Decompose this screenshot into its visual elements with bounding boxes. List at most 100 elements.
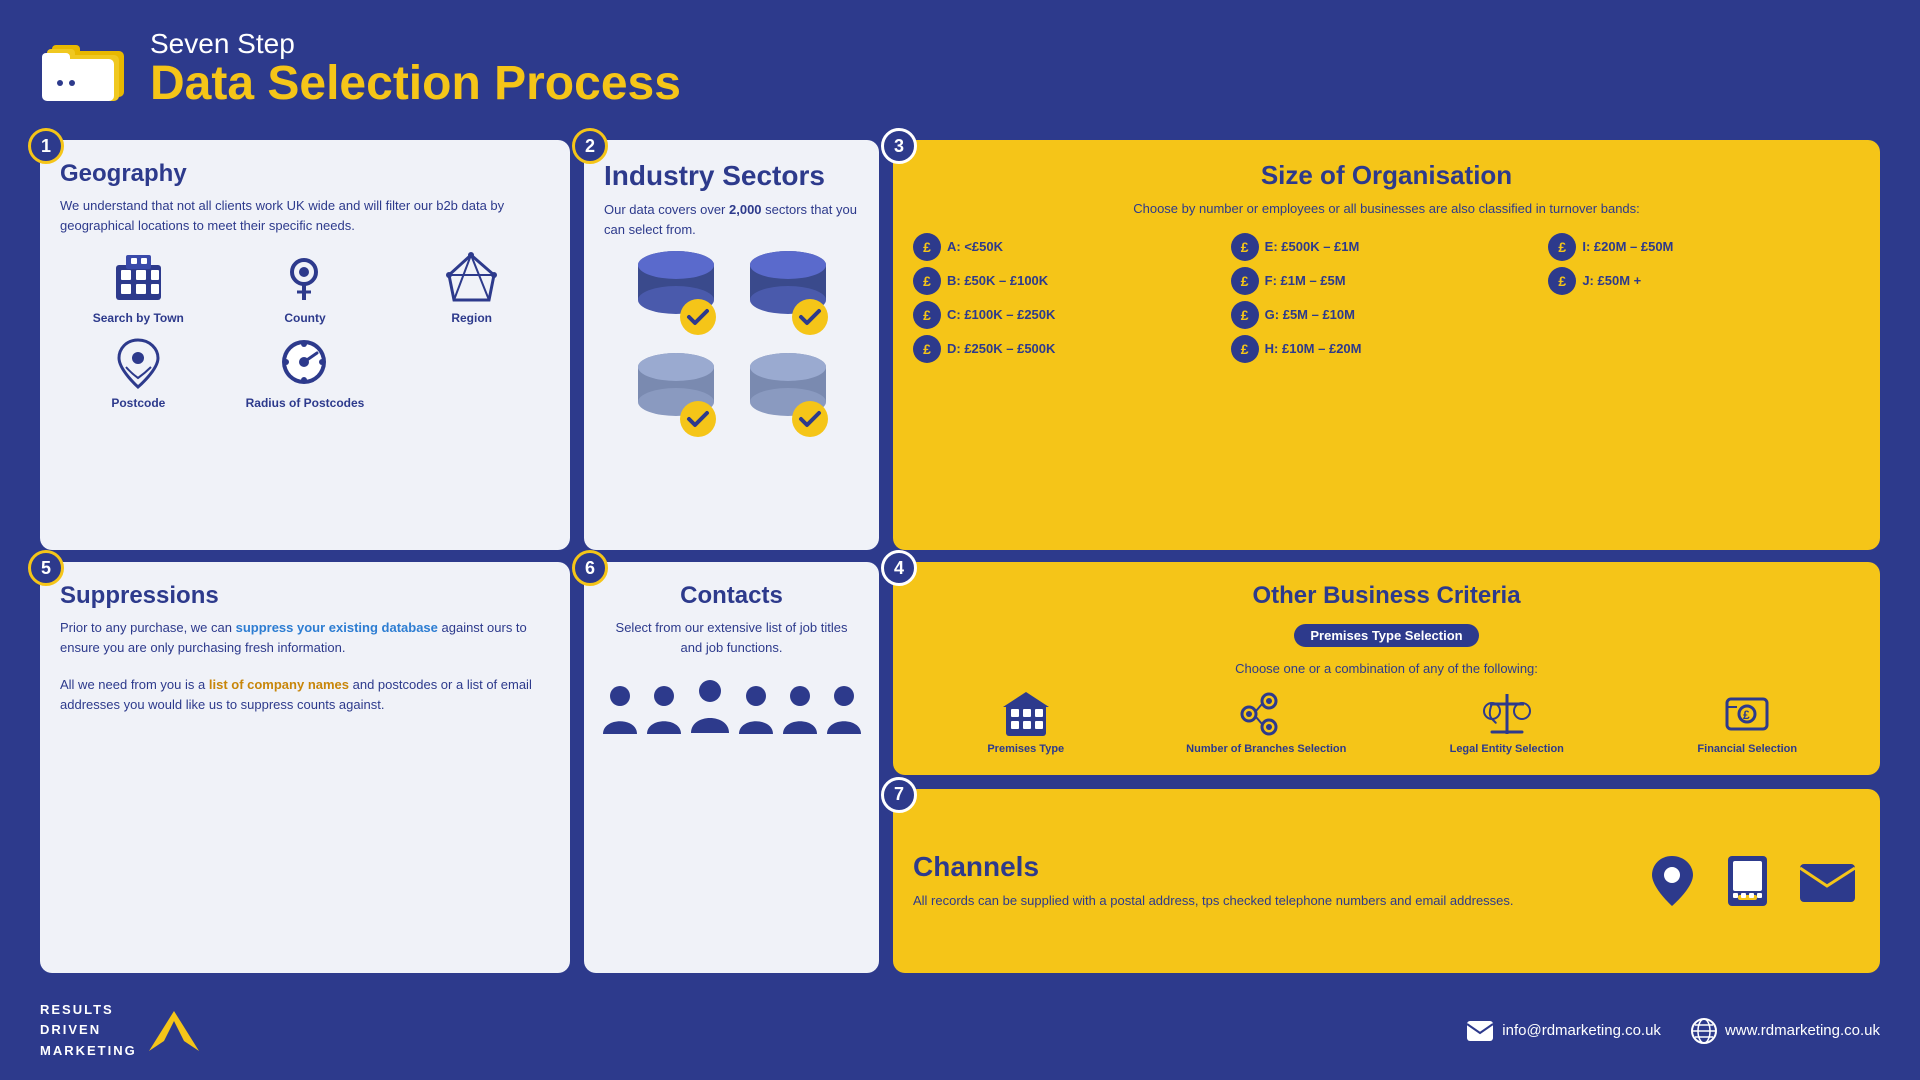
svg-text:£: £ (1743, 708, 1750, 722)
step3-desc: Choose by number or employees or all bus… (913, 199, 1860, 219)
step2-title: Industry Sectors (604, 160, 859, 192)
biz-branches: Number of Branches Selection (1154, 689, 1380, 755)
legal-icon (1482, 689, 1532, 739)
email-channel-icon (1795, 856, 1860, 906)
step5-highlight1: suppress your existing database (236, 620, 438, 635)
db-icon-4 (738, 349, 838, 439)
step2-badge: 2 (572, 128, 608, 164)
footer-email-text: info@rdmarketing.co.uk (1502, 1022, 1661, 1039)
person-icon-5 (781, 682, 819, 737)
step1-title: Geography (60, 160, 550, 188)
db-icon-1 (626, 247, 726, 337)
header-text: Seven Step Data Selection Process (150, 28, 681, 108)
step1-description: We understand that not all clients work … (60, 196, 550, 235)
size-item-a: £ A: <£50K (913, 233, 1225, 261)
logo-line2: DRIVEN (40, 1020, 137, 1041)
location-channel-icon (1645, 851, 1700, 911)
phone-channel-icon (1720, 851, 1775, 911)
size-item-h: £ H: £10M – £20M (1231, 335, 1543, 363)
size-item-b: £ B: £50K – £100K (913, 267, 1225, 295)
biz-premises: Premises Type (913, 689, 1139, 755)
step4-panel: 4 Other Business Criteria Premises Type … (893, 562, 1880, 775)
logo-words: RESULTS DRIVEN MARKETING (40, 1000, 137, 1062)
step5-text1: Prior to any purchase, we can suppress y… (60, 618, 550, 657)
geo-icons-grid: Search by Town County (60, 250, 550, 410)
size-icon-g: £ (1231, 301, 1259, 329)
footer: RESULTS DRIVEN MARKETING info@rdmarketin… (40, 985, 1880, 1062)
step6-panel: 6 Contacts Select from our extensive lis… (584, 562, 879, 972)
header: Seven Step Data Selection Process (40, 28, 1880, 128)
radius-icon (272, 335, 337, 390)
size-label-i: I: £20M – £50M (1582, 239, 1673, 254)
size-item-e: £ E: £500K – £1M (1231, 233, 1543, 261)
main-layout: Seven Step Data Selection Process 1 Geog… (0, 0, 1920, 1080)
middle-section: 1 Geography We understand that not all c… (40, 140, 1880, 550)
size-label-d: D: £250K – £500K (947, 341, 1055, 356)
size-icon-i: £ (1548, 233, 1576, 261)
radius-label: Radius of Postcodes (246, 396, 365, 410)
header-icon (40, 33, 130, 103)
financial-icon: £ (1722, 689, 1772, 739)
person-icon-6 (825, 682, 863, 737)
step5-panel: 5 Suppressions Prior to any purchase, we… (40, 562, 570, 972)
size-label-g: G: £5M – £10M (1265, 307, 1355, 322)
header-subtitle: Seven Step (150, 28, 681, 60)
step2-description: Our data covers over 2,000 sectors that … (604, 200, 859, 239)
region-label: Region (451, 311, 492, 325)
size-item-c: £ C: £100K – £250K (913, 301, 1225, 329)
step5-badge: 5 (28, 550, 64, 586)
step7-panel: 7 Channels All records can be supplied w… (893, 789, 1880, 973)
header-title: Data Selection Process (150, 60, 681, 108)
size-item-i: £ I: £20M – £50M (1548, 233, 1860, 261)
biz-financial: £ Financial Selection (1635, 689, 1861, 755)
bottom-section: 5 Suppressions Prior to any purchase, we… (40, 562, 1880, 972)
database-svg-3 (626, 349, 726, 439)
size-icon-b: £ (913, 267, 941, 295)
folder-icon (40, 33, 130, 103)
size-label-j: J: £50M + (1582, 273, 1641, 288)
biz-branches-label: Number of Branches Selection (1186, 743, 1346, 755)
biz-legal-label: Legal Entity Selection (1450, 743, 1564, 755)
step6-title: Contacts (680, 582, 783, 610)
db-icon-3 (626, 349, 726, 439)
size-icon-c: £ (913, 301, 941, 329)
person-icon-4 (737, 682, 775, 737)
step2-panel: 2 Industry Sectors Our data covers over … (584, 140, 879, 550)
db-icon-2 (738, 247, 838, 337)
step6-badge: 6 (572, 550, 608, 586)
logo: RESULTS DRIVEN MARKETING (40, 1000, 199, 1062)
size-label-e: E: £500K – £1M (1265, 239, 1360, 254)
footer-website: www.rdmarketing.co.uk (1691, 1018, 1880, 1044)
globe-footer-icon (1691, 1018, 1717, 1044)
step7-title: Channels (913, 851, 1625, 883)
postcode-icon (108, 335, 168, 390)
size-label-a: A: <£50K (947, 239, 1003, 254)
contacts-icons (601, 677, 863, 737)
step7-description: All records can be supplied with a posta… (913, 891, 1625, 911)
database-svg-4 (738, 349, 838, 439)
geo-item-postcode: Postcode (60, 335, 217, 410)
email-footer-icon (1466, 1020, 1494, 1042)
town-label: Search by Town (93, 311, 184, 325)
right-column: 4 Other Business Criteria Premises Type … (893, 562, 1880, 972)
size-icon-a: £ (913, 233, 941, 261)
step5-title: Suppressions (60, 582, 550, 610)
step1-badge: 1 (28, 128, 64, 164)
geo-item-region: Region (393, 250, 550, 325)
size-item-d: £ D: £250K – £500K (913, 335, 1225, 363)
footer-right: info@rdmarketing.co.uk www.rdmarketing.c… (1466, 1018, 1880, 1044)
step6-description: Select from our extensive list of job ti… (604, 618, 859, 657)
step4-badge: 4 (881, 550, 917, 586)
premises-icon (1001, 689, 1051, 739)
size-item-f: £ F: £1M – £5M (1231, 267, 1543, 295)
geo-item-county: County (227, 250, 384, 325)
step3-badge: 3 (881, 128, 917, 164)
size-icon-d: £ (913, 335, 941, 363)
size-item-g: £ G: £5M – £10M (1231, 301, 1543, 329)
county-icon (275, 250, 335, 305)
size-icon-e: £ (1231, 233, 1259, 261)
step4-desc: Choose one or a combination of any of th… (913, 659, 1860, 679)
region-icon (442, 250, 502, 305)
geo-item-radius: Radius of Postcodes (227, 335, 384, 410)
step1-panel: 1 Geography We understand that not all c… (40, 140, 570, 550)
